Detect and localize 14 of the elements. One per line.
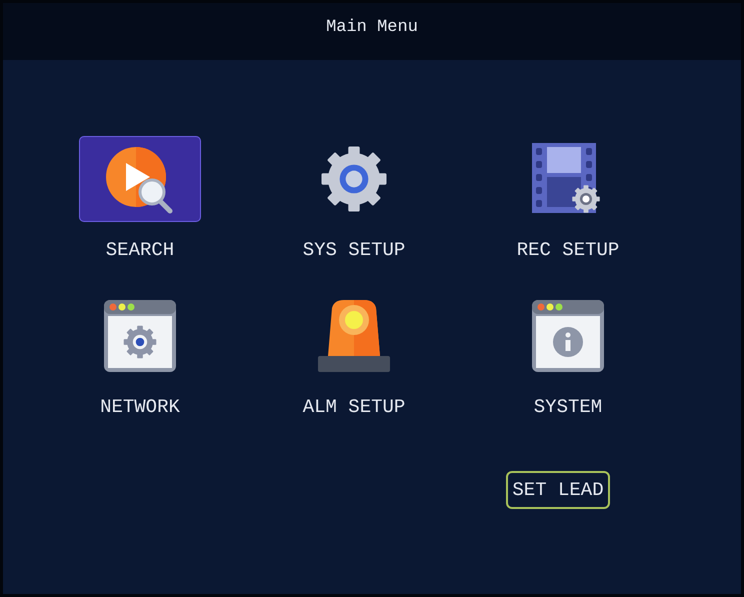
set-lead-button[interactable]: SET LEAD — [506, 471, 610, 509]
menu-item[interactable]: ALM SETUP — [247, 292, 461, 421]
menu-item[interactable]: SYS SETUP — [247, 136, 461, 264]
menu-label: NETWORK — [100, 394, 180, 420]
menu-label: ALM SETUP — [302, 394, 406, 420]
menu-item[interactable]: SEARCH — [33, 136, 247, 264]
menu-item[interactable]: REC SETUP — [461, 136, 675, 264]
menu-label: SEARCH — [106, 238, 174, 263]
menu-item[interactable]: SYSTEM — [461, 292, 675, 421]
menu-label: REC SETUP — [516, 238, 620, 263]
window-title: Main Menu — [326, 17, 418, 39]
menu-label: SYS SETUP — [302, 238, 406, 263]
menu-label: SYSTEM — [534, 394, 602, 420]
menu-item[interactable]: NETWORK — [33, 292, 247, 421]
